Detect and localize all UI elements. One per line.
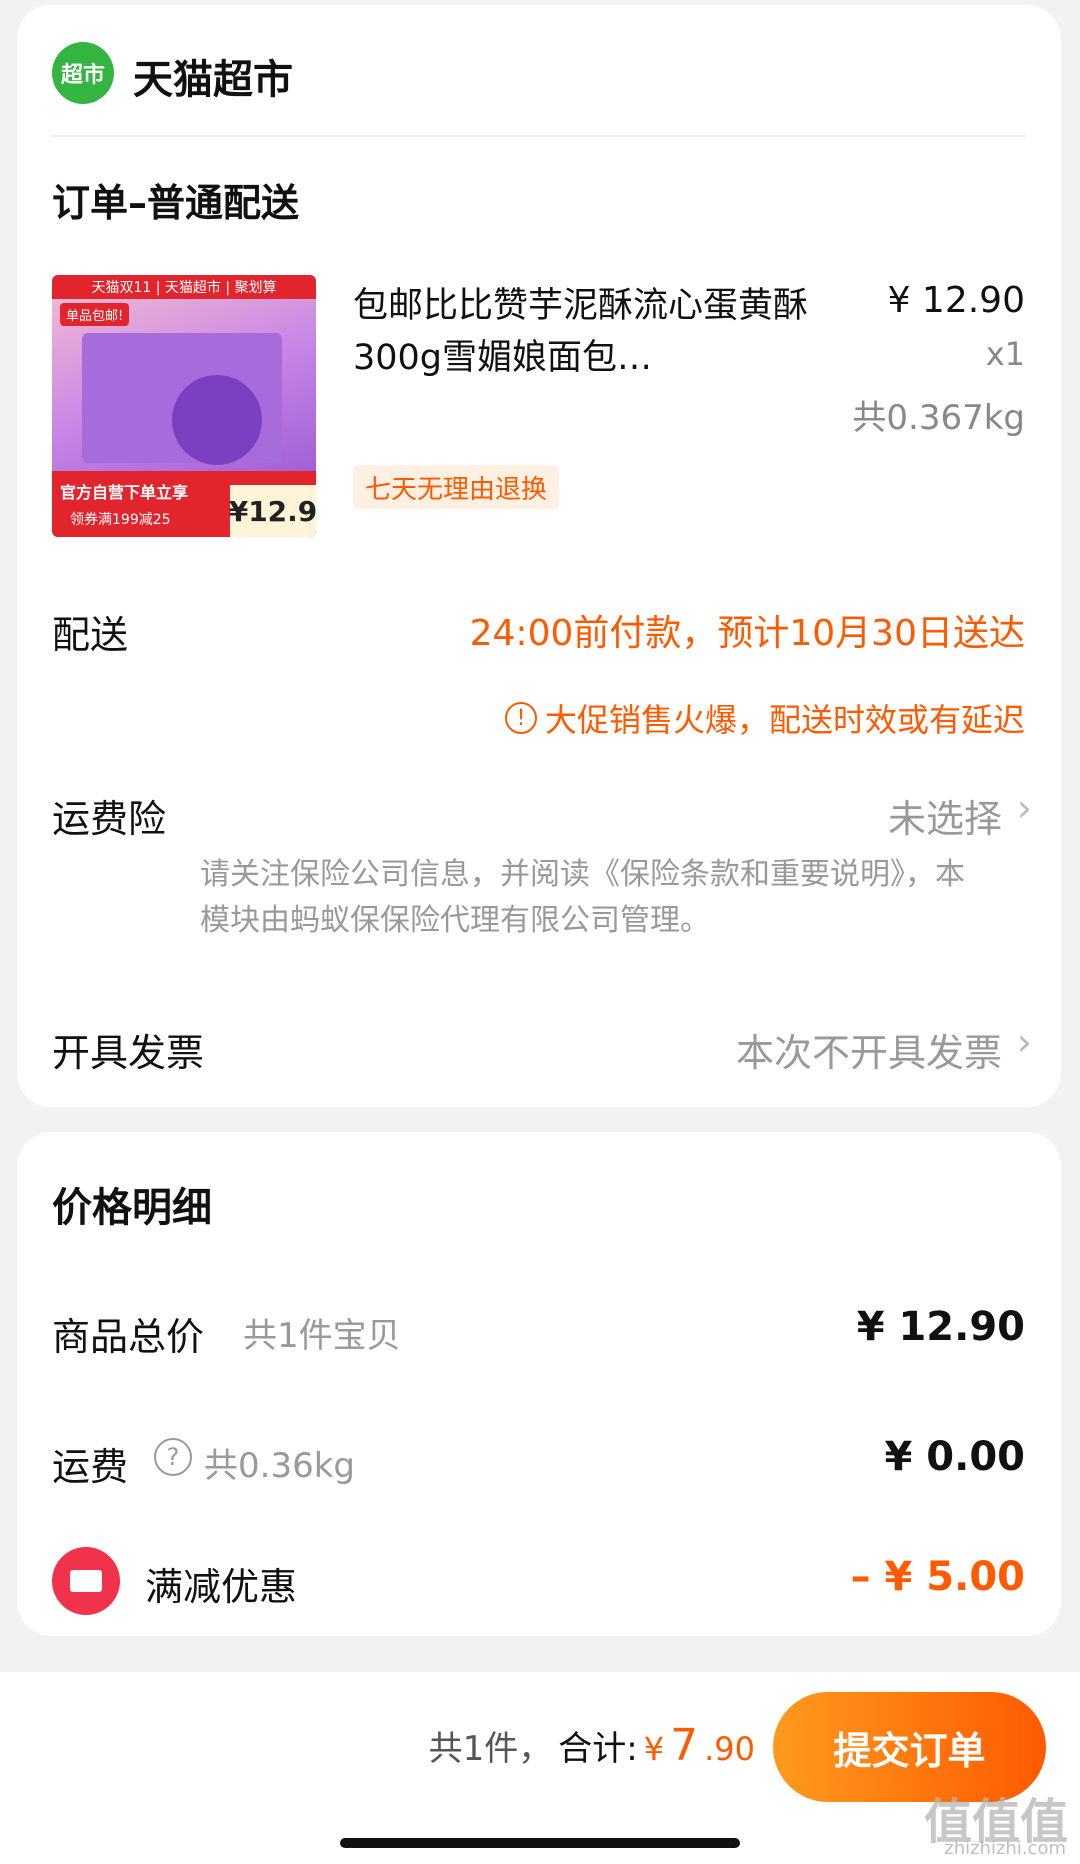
total-label: 合计: (558, 1729, 638, 1769)
product-image-badge: 单品包邮! (60, 303, 130, 326)
shipping-label: 运费 (52, 1445, 129, 1489)
delivery-warning-text: 大促销售火爆，配送时效或有延迟 (544, 701, 1025, 739)
product-image-coupon: 领券满199减25 (70, 512, 171, 528)
insurance-label: 运费险 (52, 797, 167, 841)
watermark-url: zhizhizhi.com (944, 1838, 1066, 1859)
discount-value: – ¥ 5.00 (850, 1554, 1025, 1600)
order-section-title: 订单–普通配送 (52, 181, 300, 225)
warning-icon: ! (504, 702, 537, 734)
total-currency: ¥ (643, 1730, 665, 1768)
delivery-estimate: 24:00前付款，预计10月30日送达 (469, 613, 1025, 654)
divider (52, 135, 1026, 137)
product-image[interactable]: 天猫双11 | 天猫超市 | 聚划算 单品包邮! 官方自营下单立享 领券满199… (52, 275, 316, 537)
item-count: 共1件， (428, 1729, 553, 1769)
subtotal-count: 共1件宝贝 (243, 1316, 401, 1356)
chevron-right-icon[interactable]: › (1017, 786, 1032, 830)
home-indicator[interactable] (340, 1838, 740, 1848)
invoice-select[interactable]: 本次不开具发票 (736, 1022, 1002, 1077)
store-logo: 超市 (52, 42, 114, 104)
shipping-value: ¥ 0.00 (884, 1434, 1025, 1480)
order-total: 共1件， 合计: ¥7.90 (429, 1720, 755, 1771)
product-image-price: ¥12.9 (229, 485, 316, 537)
insurance-select[interactable]: 未选择 (888, 788, 1002, 843)
insurance-description: 请关注保险公司信息，并阅读《保险条款和重要说明》，本模块由蚂蚁保保险代理有限公司… (200, 857, 965, 938)
discount-label: 满减优惠 (145, 1565, 298, 1609)
product-quantity: x1 (985, 335, 1025, 373)
delivery-warning: ! 大促销售火爆，配送时效或有延迟 (504, 695, 1025, 741)
price-detail-title: 价格明细 (52, 1185, 212, 1231)
chevron-right-icon[interactable]: › (1017, 1020, 1032, 1064)
delivery-label: 配送 (52, 613, 129, 657)
subtotal-label: 商品总价 (52, 1315, 205, 1359)
return-policy-tag: 七天无理由退换 (353, 465, 560, 509)
subtotal-value: ¥ 12.90 (856, 1304, 1025, 1350)
help-icon[interactable]: ? (154, 1438, 192, 1476)
total-amount-integer: 7 (670, 1720, 699, 1771)
product-image-banner: 天猫双11 | 天猫超市 | 聚划算 (52, 275, 316, 299)
product-image-promo: 官方自营下单立享 (60, 483, 189, 502)
total-amount-decimal: .90 (704, 1730, 755, 1768)
product-weight: 共0.367kg (852, 398, 1025, 438)
invoice-label: 开具发票 (52, 1031, 205, 1075)
product-title[interactable]: 包邮比比赞芋泥酥流心蛋黄酥300g雪媚娘面包… (353, 280, 823, 384)
store-name[interactable]: 天猫超市 (133, 47, 293, 105)
product-price: ¥ 12.90 (887, 280, 1025, 321)
discount-icon (52, 1547, 120, 1615)
shipping-weight: 共0.36kg (204, 1446, 355, 1486)
product-pastry-graphic (172, 375, 262, 465)
